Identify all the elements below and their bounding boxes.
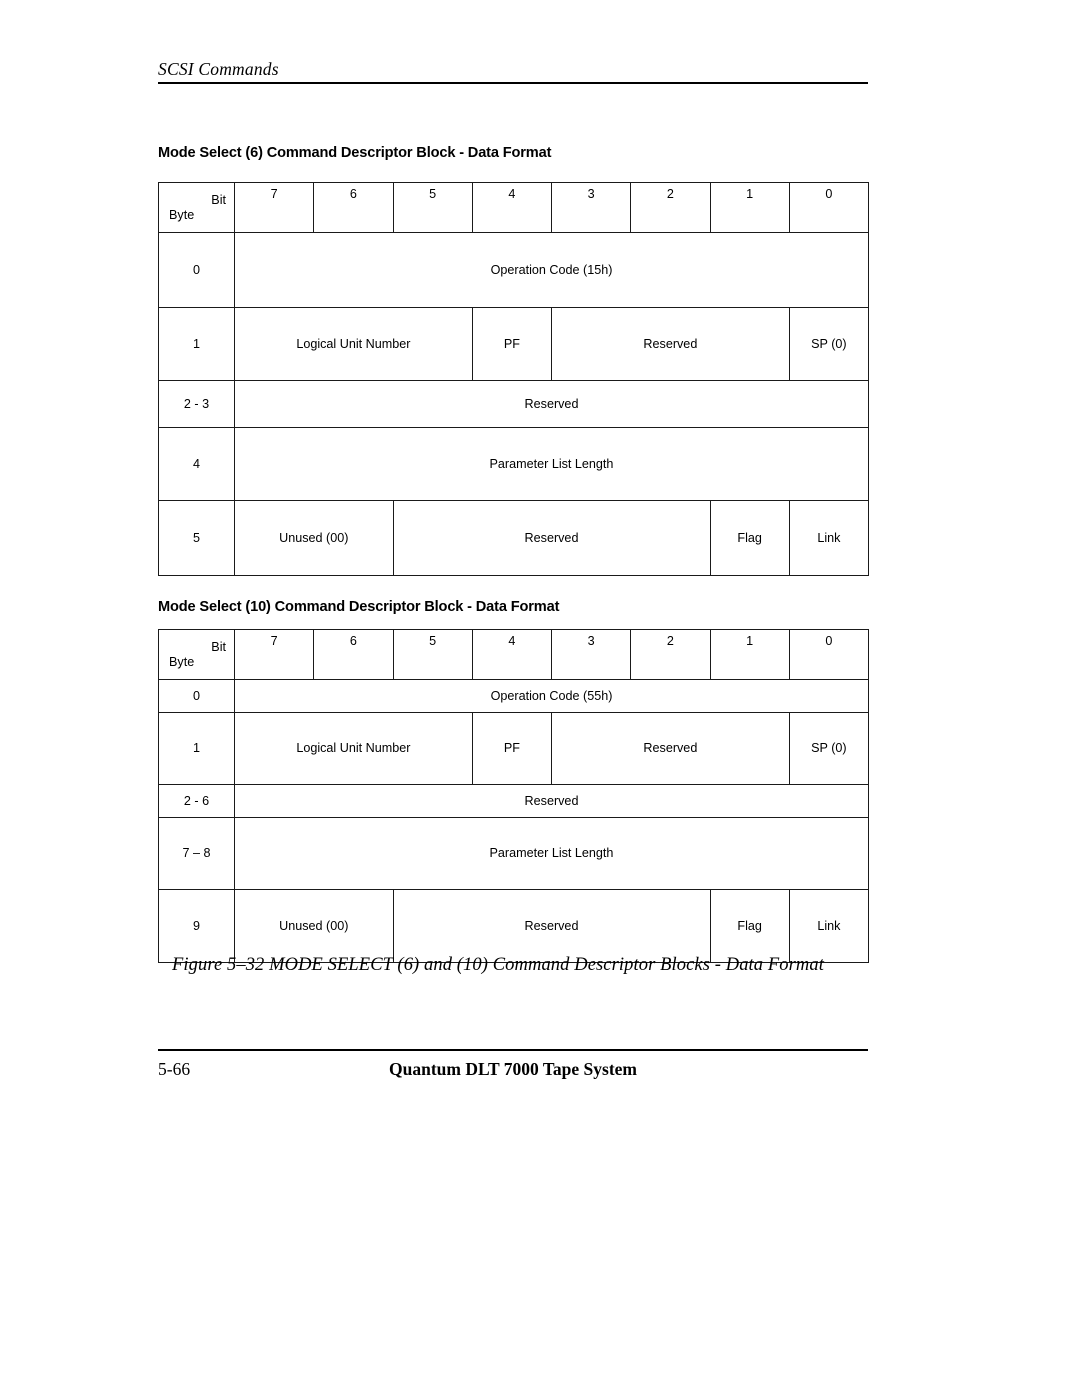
running-head-text: SCSI Commands (158, 59, 279, 79)
field-cell: Link (788, 889, 870, 963)
bit-column-header-4: 4 (471, 182, 553, 233)
field-cell: Flag (709, 889, 790, 963)
field-cell: Reserved (234, 784, 869, 818)
table-row: 9 Unused (00) Reserved Flag Link (158, 889, 870, 963)
running-head-rule (158, 82, 868, 85)
section-title-mode-select-10: Mode Select (10) Command Descriptor Bloc… (158, 599, 560, 615)
byte-index-cell: 9 (158, 889, 235, 963)
bit-axis-label: Bit (211, 193, 226, 208)
byte-index-cell: 1 (158, 307, 235, 381)
byte-index-cell: 1 (158, 712, 235, 785)
bit-column-header-0: 0 (788, 182, 870, 233)
byte-index-cell: 0 (158, 679, 235, 713)
bit-column-header-4: 4 (471, 629, 553, 680)
bit-column-header-3: 3 (550, 182, 632, 233)
footer-document-title: Quantum DLT 7000 Tape System (389, 1059, 637, 1079)
document-page: SCSI Commands Mode Select (6) Command De… (0, 0, 1080, 1397)
bit-column-header-2: 2 (630, 629, 711, 680)
table-row: 1 Logical Unit Number PF Reserved SP (0) (158, 712, 870, 785)
bit-column-header-6: 6 (313, 182, 394, 233)
field-cell: Reserved (551, 307, 790, 381)
field-cell: Operation Code (15h) (234, 232, 869, 308)
section-title-mode-select-6: Mode Select (6) Command Descriptor Block… (158, 145, 552, 161)
bit-axis-label: Bit (211, 640, 226, 655)
field-cell: Parameter List Length (234, 427, 869, 501)
field-cell: Logical Unit Number (234, 307, 473, 381)
byte-index-cell: 2 - 6 (158, 784, 235, 818)
cdb-table-mode-select-10: Bit Byte 7 6 5 4 3 2 1 0 0 Operation Code (55h) 1 Log… (158, 629, 870, 963)
byte-index-cell: 2 - 3 (158, 380, 235, 428)
figure-caption: Figure 5–32 MODE SELECT (6) and (10) Com… (172, 955, 824, 975)
byte-axis-label: Byte (169, 654, 195, 669)
cdb-table-mode-select-6: Bit Byte 7 6 5 4 3 2 1 0 0 Operation Code (15h) 1 Log… (158, 182, 870, 576)
field-cell: Logical Unit Number (234, 712, 473, 785)
bit-column-header-5: 5 (392, 182, 473, 233)
bit-column-header-7: 7 (233, 182, 315, 233)
byte-axis-label: Byte (169, 207, 195, 222)
field-cell: Unused (00) (234, 500, 394, 576)
table-header-row: Bit Byte 7 6 5 4 3 2 1 0 (158, 182, 870, 233)
bit-column-header-3: 3 (550, 629, 632, 680)
bit-column-header-0: 0 (788, 629, 870, 680)
table-header-row: Bit Byte 7 6 5 4 3 2 1 0 (158, 629, 870, 680)
running-head: SCSI Commands (158, 59, 868, 85)
byte-index-cell: 7 – 8 (158, 817, 235, 890)
table-row: 5 Unused (00) Reserved Flag Link (158, 500, 870, 576)
footer-rule (158, 1049, 868, 1051)
table-row: 1 Logical Unit Number PF Reserved SP (0) (158, 307, 870, 381)
table-row: 4 Parameter List Length (158, 427, 869, 501)
field-cell: Reserved (551, 712, 790, 785)
byte-index-cell: 5 (158, 500, 235, 576)
field-cell: SP (0) (788, 307, 870, 381)
field-cell: PF (471, 712, 553, 785)
bit-byte-corner-cell: Bit Byte (158, 629, 235, 680)
table-row: 7 – 8 Parameter List Length (158, 817, 869, 890)
field-cell: Unused (00) (234, 889, 394, 963)
field-cell: Flag (709, 500, 790, 576)
page-footer: 5-66 Quantum DLT 7000 Tape System (158, 1059, 868, 1085)
table-row: 0 Operation Code (15h) (158, 232, 869, 308)
field-cell: Parameter List Length (234, 817, 869, 890)
byte-index-cell: 0 (158, 232, 235, 308)
field-cell: PF (471, 307, 553, 381)
bit-column-header-1: 1 (709, 182, 790, 233)
field-cell: Reserved (234, 380, 869, 428)
table-row: 2 - 3 Reserved (158, 380, 869, 428)
byte-index-cell: 4 (158, 427, 235, 501)
field-cell: Operation Code (55h) (234, 679, 869, 713)
table-row: 2 - 6 Reserved (158, 784, 869, 818)
field-cell: Reserved (392, 889, 711, 963)
field-cell: SP (0) (788, 712, 870, 785)
bit-column-header-5: 5 (392, 629, 473, 680)
bit-byte-corner-cell: Bit Byte (158, 182, 235, 233)
bit-column-header-2: 2 (630, 182, 711, 233)
bit-column-header-1: 1 (709, 629, 790, 680)
bit-column-header-6: 6 (313, 629, 394, 680)
field-cell: Link (788, 500, 870, 576)
bit-column-header-7: 7 (233, 629, 315, 680)
table-row: 0 Operation Code (55h) (158, 679, 869, 713)
field-cell: Reserved (392, 500, 711, 576)
